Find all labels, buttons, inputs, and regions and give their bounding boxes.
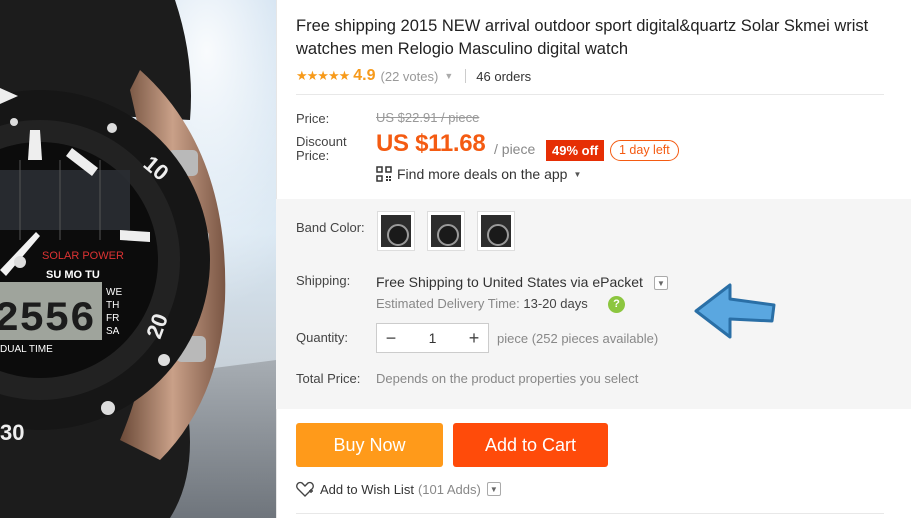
price-label: Price:	[296, 111, 330, 126]
heart-icon	[296, 481, 314, 497]
rating-row: ★★★★★ 4.9 (22 votes) ▼ 46 orders	[296, 66, 531, 86]
delivery-days: 13-20 days	[523, 296, 588, 311]
divider	[296, 513, 884, 514]
quantity-stepper: − 1 +	[376, 323, 489, 353]
add-to-cart-button[interactable]: Add to Cart	[453, 423, 608, 467]
total-price-label: Total Price:	[296, 371, 361, 386]
discount-price-label-line2: Price:	[296, 148, 330, 163]
time-left-badge: 1 day left	[610, 140, 679, 161]
wish-list-count: (101 Adds)	[417, 481, 481, 497]
app-deals-label: Find more deals on the app	[397, 166, 568, 182]
shipping-label: Shipping:	[296, 273, 351, 288]
discount-badge: 49% off	[546, 140, 605, 161]
band-color-label: Band Color:	[296, 220, 365, 235]
quantity-input[interactable]: 1	[405, 330, 460, 346]
product-options: Band Color: Shipping: Free Shipping to U…	[276, 199, 911, 409]
watch-illustration: 10 20 30 SOLAR POWER SU MO TU 2556 WE TH…	[0, 0, 276, 518]
band-color-swatch-1[interactable]	[377, 211, 415, 251]
qr-code-icon	[376, 166, 392, 182]
rating-score: 4.9	[353, 67, 376, 84]
divider	[465, 69, 467, 83]
watch-weekday-sa: SA	[106, 326, 120, 337]
delivery-estimate: Estimated Delivery Time: 13-20 days	[376, 296, 588, 311]
divider	[296, 94, 884, 95]
orders-count: 46 orders	[476, 68, 532, 84]
delivery-label: Estimated Delivery Time:	[376, 296, 520, 311]
quantity-available: piece (252 pieces available)	[497, 331, 659, 346]
watch-dual-time-text: DUAL TIME	[0, 344, 53, 355]
total-price-note: Depends on the product properties you se…	[376, 371, 639, 386]
bezel-number-30: 30	[0, 420, 24, 445]
watch-lcd-digits: 2556	[0, 295, 95, 343]
original-price: US $22.91 / piece	[376, 110, 480, 125]
band-color-swatch-2[interactable]	[427, 211, 465, 251]
product-image: 10 20 30 SOLAR POWER SU MO TU 2556 WE TH…	[0, 0, 276, 518]
watch-weekday-th: TH	[106, 300, 119, 311]
price-unit: / piece	[494, 141, 536, 157]
decrease-quantity-button[interactable]: −	[377, 328, 405, 349]
wish-list-label: Add to Wish List	[320, 481, 414, 497]
buy-now-button[interactable]: Buy Now	[296, 423, 443, 467]
watch-weekday-fr: FR	[106, 313, 119, 324]
arrow-left-icon	[694, 283, 776, 339]
shipping-dropdown-icon[interactable]: ▼	[654, 276, 668, 290]
shipping-method[interactable]: Free Shipping to United States via ePack…	[376, 274, 643, 290]
add-to-wish-list-link[interactable]: Add to Wish List (101 Adds) ▼	[296, 481, 501, 497]
quantity-label: Quantity:	[296, 330, 349, 345]
discount-price-label-line1: Discount	[296, 134, 347, 149]
increase-quantity-button[interactable]: +	[460, 328, 488, 349]
caret-down-icon: ▼	[573, 169, 582, 179]
help-icon[interactable]: ?	[608, 296, 625, 313]
watch-weekday-we: WE	[106, 287, 122, 298]
votes-count[interactable]: (22 votes)	[381, 69, 439, 84]
star-rating-icon: ★★★★★	[296, 68, 350, 83]
app-deals-link[interactable]: Find more deals on the app ▼	[376, 166, 581, 182]
chevron-down-icon[interactable]: ▼	[486, 482, 501, 496]
watch-solar-text: SOLAR POWER	[42, 250, 124, 262]
product-title: Free shipping 2015 NEW arrival outdoor s…	[296, 17, 869, 58]
discount-price: US $11.68	[376, 130, 486, 157]
chevron-down-icon[interactable]: ▼	[444, 71, 453, 81]
watch-days-text: SU MO TU	[46, 269, 100, 281]
band-color-swatch-3[interactable]	[477, 211, 515, 251]
